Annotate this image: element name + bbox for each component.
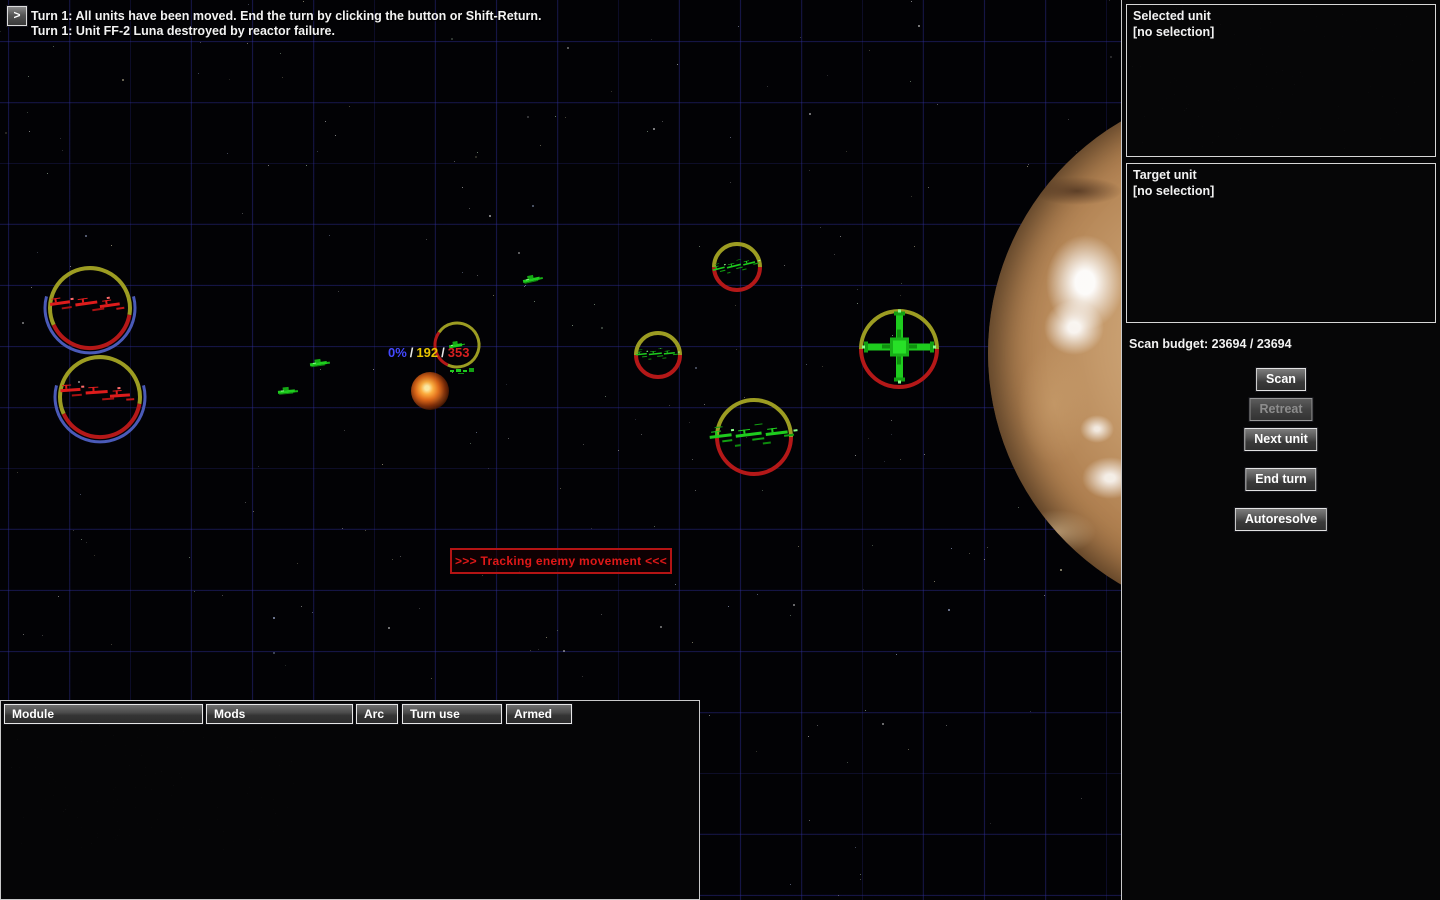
red-formation-sprite (57, 377, 143, 418)
unit-enemy-fleet-2[interactable] (51, 348, 149, 446)
scan-budget-label: Scan budget: 23694 / 23694 (1129, 337, 1292, 351)
target-unit-panel: Target unit [no selection] (1126, 163, 1436, 323)
hull-max: 353 (448, 345, 470, 360)
target-unit-body: [no selection] (1133, 184, 1214, 198)
shield-percent: 0% (388, 345, 407, 360)
column-header-module: Module (4, 704, 203, 724)
green-ship-sprite (307, 353, 333, 374)
sidebar: Selected unit [no selection] Target unit… (1121, 0, 1440, 900)
selected-unit-panel: Selected unit [no selection] (1126, 4, 1436, 157)
target-unit-title: Target unit (1133, 168, 1197, 182)
column-header-turn-use: Turn use (402, 704, 502, 724)
column-header-armed: Armed (506, 704, 572, 724)
game-window: 0%/192/353 >>> Tracking enemy movement <… (0, 0, 1440, 900)
green-ship-sprite (519, 269, 546, 292)
unit-friendly-fleet-3[interactable] (708, 391, 800, 483)
green-tag-sprite (450, 362, 476, 380)
retreat-button[interactable]: Retreat (1249, 398, 1312, 421)
column-header-mods: Mods (206, 704, 353, 724)
scan-button[interactable]: Scan (1256, 368, 1306, 391)
hull-current: 192 (416, 345, 438, 360)
unit-enemy-fleet-1[interactable] (41, 259, 139, 357)
unit-friendly-fleet-1[interactable] (705, 235, 769, 299)
selected-unit-title: Selected unit (1133, 9, 1211, 23)
column-header-arc: Arc (356, 704, 398, 724)
explosion-effect (411, 372, 449, 410)
autoresolve-button[interactable]: Autoresolve (1235, 508, 1327, 531)
end-turn-button[interactable]: End turn (1245, 468, 1316, 491)
unit-friendly-fleet-2[interactable] (627, 324, 689, 386)
log-line: Turn 1: Unit FF-2 Luna destroyed by reac… (31, 24, 335, 38)
green-ship-sprite (275, 382, 300, 402)
next-unit-button[interactable]: Next unit (1244, 428, 1317, 451)
module-table-panel: Module Mods Arc Turn use Armed (0, 700, 700, 900)
unit-friendly-station[interactable] (852, 302, 946, 396)
unit-status-readout: 0%/192/353 (388, 345, 469, 360)
log-expand-button[interactable]: > (7, 6, 27, 26)
green-station-sprite (862, 310, 936, 389)
selected-unit-body: [no selection] (1133, 25, 1214, 39)
log-line: Turn 1: All units have been moved. End t… (31, 9, 541, 23)
tracking-banner: >>> Tracking enemy movement <<< (450, 548, 672, 574)
